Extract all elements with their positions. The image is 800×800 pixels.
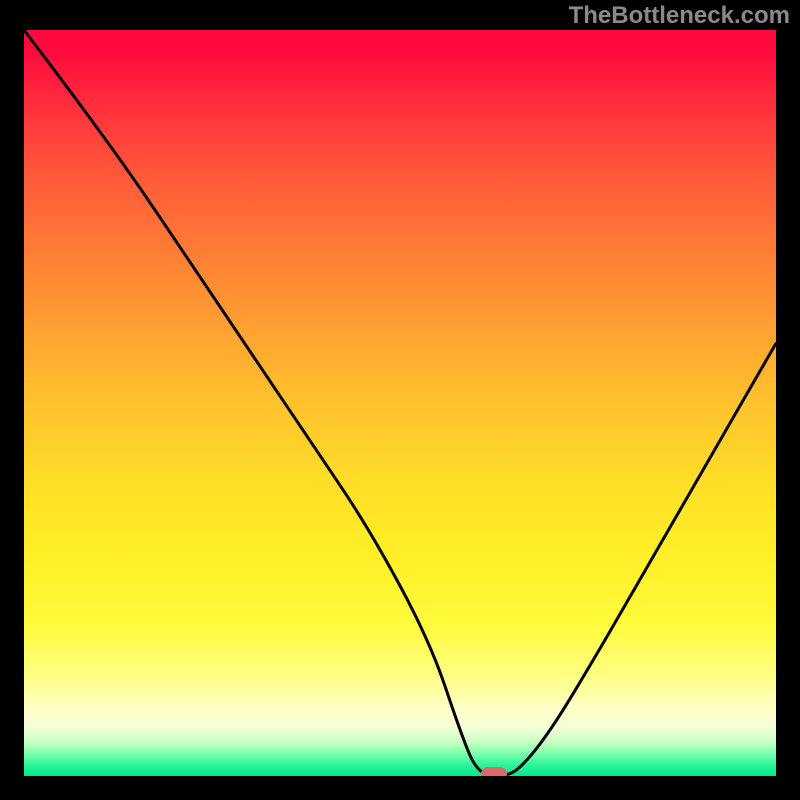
watermark-text: TheBottleneck.com [569,2,790,30]
chart-frame: TheBottleneck.com [0,0,800,800]
plot-area [24,30,776,776]
optimal-marker [481,767,507,776]
bottleneck-curve [24,30,776,776]
